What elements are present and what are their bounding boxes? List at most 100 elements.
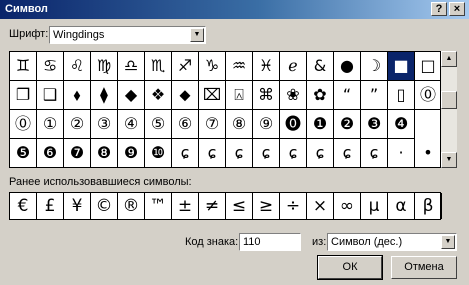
char-code-input[interactable]: 110 xyxy=(239,233,301,251)
help-button[interactable]: ? xyxy=(431,2,447,16)
symbol-cell[interactable]: ♋ xyxy=(37,52,64,81)
symbol-cell[interactable]: ♐ xyxy=(172,52,199,81)
symbol-cell[interactable]: ⑤ xyxy=(145,110,172,139)
symbol-cell[interactable]: • xyxy=(415,139,442,168)
scroll-thumb[interactable] xyxy=(441,91,457,109)
symbol-cell[interactable]: ♓ xyxy=(253,52,280,81)
symbol-cell[interactable]: ⓪ xyxy=(10,110,37,139)
symbol-cell[interactable]: “ xyxy=(334,81,361,110)
symbol-cell[interactable]: ♎ xyxy=(118,52,145,81)
recent-symbols-label: Ранее использовавшиеся символы: xyxy=(9,176,192,188)
symbol-cell[interactable]: ❶ xyxy=(307,110,334,139)
symbol-cell[interactable]: ɕ xyxy=(334,139,361,168)
symbol-cell[interactable]: ❀ xyxy=(280,81,307,110)
symbol-cell[interactable]: ● xyxy=(334,52,361,81)
symbol-cell[interactable]: · xyxy=(388,139,415,168)
close-button[interactable]: × xyxy=(449,2,465,16)
recent-symbol-cell[interactable]: β xyxy=(415,193,442,219)
symbol-cell[interactable]: ④ xyxy=(118,110,145,139)
recent-symbol-cell[interactable]: ≠ xyxy=(199,193,226,219)
recent-symbol-cell[interactable]: ± xyxy=(172,193,199,219)
symbol-cell[interactable]: ⌧ xyxy=(199,81,226,110)
recent-symbol-cell[interactable]: μ xyxy=(361,193,388,219)
symbol-cell[interactable]: ⌘ xyxy=(253,81,280,110)
symbol-grid[interactable]: ♊ ♋ ♌ ♍ ♎ ♏ ♐ ♑ ♒ ♓ ℯ & ● ☽ ■ □ ❐ ❑ ⬧ ⧫ ◆ ❖ ⬥ ⌧ ⍓ ⌘ ❀ ✿ “” ▯ ⓪ ⓪ ① ② ③ ④ ⑤ ⑥ ⑦… xyxy=(9,51,442,168)
scroll-up-icon[interactable]: ▲ xyxy=(441,51,457,67)
font-label: Шрифт: xyxy=(9,28,49,40)
symbol-cell[interactable]: ❐ xyxy=(10,81,37,110)
font-select-value: Wingdings xyxy=(53,29,105,41)
symbol-cell[interactable]: ♍ xyxy=(91,52,118,81)
chevron-down-icon[interactable]: ▼ xyxy=(190,28,204,42)
recent-symbol-cell[interactable]: ® xyxy=(118,193,145,219)
symbol-cell[interactable]: ɕ xyxy=(172,139,199,168)
symbol-scrollbar[interactable]: ▲ ▼ xyxy=(441,51,457,168)
symbol-cell[interactable]: ■ xyxy=(388,52,415,81)
recent-symbol-cell[interactable]: ÷ xyxy=(280,193,307,219)
chevron-down-icon[interactable]: ▼ xyxy=(441,235,455,249)
symbol-cell[interactable]: ⬧ xyxy=(64,81,91,110)
symbol-cell[interactable]: ◆ xyxy=(118,81,145,110)
symbol-cell[interactable]: ❿ xyxy=(145,139,172,168)
recent-symbols-row[interactable]: € £ ¥ © ® ™ ± ≠ ≤ ≥ ÷ × ∞ μ α β xyxy=(9,192,442,220)
symbol-cell[interactable]: ɕ xyxy=(226,139,253,168)
symbol-cell[interactable]: ① xyxy=(37,110,64,139)
font-select[interactable]: Wingdings ▼ xyxy=(49,26,206,44)
symbol-cell[interactable]: ⓪ xyxy=(415,81,442,110)
recent-symbol-cell[interactable]: ¥ xyxy=(64,193,91,219)
symbol-cell[interactable]: ❽ xyxy=(91,139,118,168)
symbol-cell[interactable]: ⓿ xyxy=(280,110,307,139)
recent-symbol-cell[interactable]: ™ xyxy=(145,193,172,219)
symbol-cell[interactable]: & xyxy=(307,52,334,81)
symbol-cell[interactable]: ❼ xyxy=(64,139,91,168)
symbol-cell[interactable]: ♒ xyxy=(226,52,253,81)
cancel-button[interactable]: Отмена xyxy=(391,256,457,279)
symbol-cell[interactable]: ♌ xyxy=(64,52,91,81)
symbol-cell[interactable]: ▯ xyxy=(388,81,415,110)
symbol-cell[interactable]: ⑦ xyxy=(199,110,226,139)
symbol-cell[interactable]: ☽ xyxy=(361,52,388,81)
symbol-cell[interactable]: ③ xyxy=(91,110,118,139)
symbol-cell[interactable]: ” xyxy=(361,81,388,110)
symbol-cell[interactable]: ɕ xyxy=(307,139,334,168)
symbol-cell[interactable]: ɕ xyxy=(253,139,280,168)
symbol-cell[interactable]: ɕ xyxy=(199,139,226,168)
recent-symbol-cell[interactable]: × xyxy=(307,193,334,219)
symbol-cell[interactable]: ✿ xyxy=(307,81,334,110)
recent-symbol-cell[interactable]: α xyxy=(388,193,415,219)
symbol-cell[interactable]: ❷ xyxy=(334,110,361,139)
symbol-cell[interactable]: ❑ xyxy=(37,81,64,110)
symbol-cell[interactable]: ❖ xyxy=(145,81,172,110)
ok-button[interactable]: ОК xyxy=(317,255,383,280)
recent-symbol-cell[interactable]: ≥ xyxy=(253,193,280,219)
from-select[interactable]: Символ (дес.) ▼ xyxy=(327,233,457,251)
recent-symbol-cell[interactable]: © xyxy=(91,193,118,219)
scroll-down-icon[interactable]: ▼ xyxy=(441,152,457,168)
symbol-cell[interactable]: ⧫ xyxy=(91,81,118,110)
recent-symbol-cell[interactable]: ≤ xyxy=(226,193,253,219)
symbol-cell[interactable]: ⑨ xyxy=(253,110,280,139)
symbol-cell[interactable]: ⑧ xyxy=(226,110,253,139)
symbol-cell[interactable]: ❹ xyxy=(388,110,415,139)
symbol-cell[interactable]: □ xyxy=(415,52,442,81)
symbol-cell[interactable]: ② xyxy=(64,110,91,139)
symbol-cell[interactable]: ℯ xyxy=(280,52,307,81)
recent-symbol-cell[interactable]: £ xyxy=(37,193,64,219)
symbol-cell[interactable]: ❸ xyxy=(361,110,388,139)
symbol-cell[interactable]: ɕ xyxy=(361,139,388,168)
char-code-label: Код знака: xyxy=(185,236,239,248)
symbol-cell[interactable]: ♑ xyxy=(199,52,226,81)
recent-symbol-cell[interactable]: ∞ xyxy=(334,193,361,219)
symbol-cell[interactable]: ♏ xyxy=(145,52,172,81)
recent-symbol-cell[interactable]: € xyxy=(10,193,37,219)
symbol-cell[interactable]: ❻ xyxy=(37,139,64,168)
symbol-cell[interactable]: ♊ xyxy=(10,52,37,81)
from-label: из: xyxy=(312,236,327,248)
title-bar: Символ ? × xyxy=(0,0,469,19)
symbol-cell[interactable]: ⬥ xyxy=(172,81,199,110)
symbol-cell[interactable]: ⑥ xyxy=(172,110,199,139)
symbol-cell[interactable]: ❾ xyxy=(118,139,145,168)
symbol-cell[interactable]: ɕ xyxy=(280,139,307,168)
symbol-cell[interactable]: ⍓ xyxy=(226,81,253,110)
symbol-cell[interactable]: ❺ xyxy=(10,139,37,168)
